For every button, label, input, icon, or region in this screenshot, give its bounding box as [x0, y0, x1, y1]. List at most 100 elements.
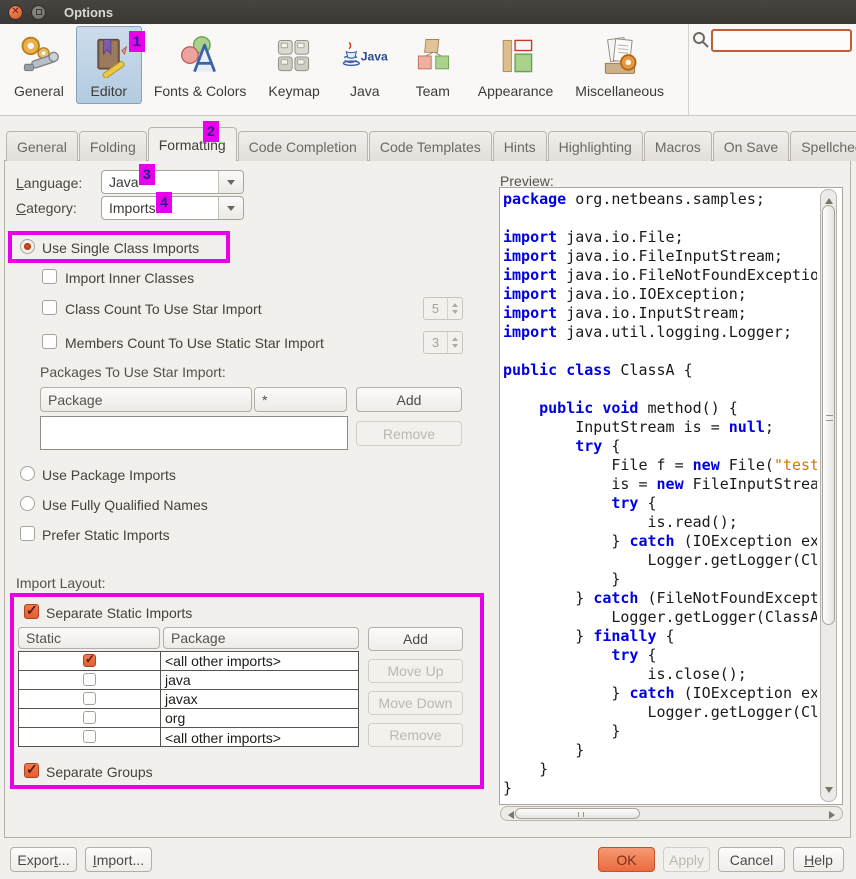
- static-cell: [19, 709, 161, 727]
- separate-static-imports-checkbox[interactable]: [24, 604, 39, 619]
- members-count-checkbox[interactable]: [42, 334, 57, 349]
- toolbar-search-divider: [688, 24, 689, 115]
- spinner-arrows-icon[interactable]: [447, 332, 462, 353]
- layout-table-static-header[interactable]: Static: [18, 627, 160, 649]
- use-package-imports-radio[interactable]: [20, 466, 35, 481]
- cancel-button[interactable]: Cancel: [718, 847, 785, 872]
- package-cell[interactable]: org: [161, 709, 358, 727]
- tab-spellchecker[interactable]: Spellchecker: [790, 131, 856, 161]
- class-count-value: 5: [424, 298, 447, 319]
- scroll-up-icon[interactable]: [825, 194, 833, 204]
- chevron-down-icon[interactable]: [218, 171, 243, 193]
- star-packages-list[interactable]: [40, 416, 348, 450]
- ok-button[interactable]: OK: [598, 847, 655, 872]
- help-button[interactable]: Help: [793, 847, 844, 872]
- package-cell[interactable]: java: [161, 671, 358, 689]
- members-count-label: Members Count To Use Static Star Import: [65, 335, 324, 351]
- tab-code-templates[interactable]: Code Templates: [369, 131, 492, 161]
- horizontal-scroll-thumb[interactable]: [515, 808, 640, 819]
- toolbar-item-miscellaneous[interactable]: Miscellaneous: [565, 26, 674, 104]
- toolbar-item-team[interactable]: Team: [400, 26, 466, 104]
- static-cell: [19, 671, 161, 689]
- toolbar-item-java[interactable]: Java Java: [332, 26, 398, 104]
- row-static-checkbox[interactable]: [83, 730, 96, 743]
- window-title: Options: [64, 5, 113, 20]
- class-count-spinner[interactable]: 5: [423, 297, 463, 320]
- star-table-package-header[interactable]: Package: [40, 387, 252, 412]
- tab-general[interactable]: General: [6, 131, 78, 161]
- separate-static-imports-label: Separate Static Imports: [46, 605, 192, 621]
- table-row[interactable]: <all other imports>: [19, 728, 358, 747]
- row-static-checkbox[interactable]: [83, 692, 96, 705]
- scroll-right-icon[interactable]: [829, 811, 839, 819]
- star-table-star-header[interactable]: *: [254, 387, 347, 412]
- import-layout-label: Import Layout:: [16, 575, 106, 591]
- window-restore-button[interactable]: [31, 5, 46, 20]
- team-icon: [410, 32, 456, 80]
- language-combobox[interactable]: Java: [101, 170, 244, 194]
- tab-hints[interactable]: Hints: [493, 131, 547, 161]
- chevron-down-icon[interactable]: [218, 197, 243, 219]
- table-row[interactable]: org: [19, 709, 358, 728]
- row-static-checkbox[interactable]: [83, 673, 96, 686]
- tab-folding[interactable]: Folding: [79, 131, 147, 161]
- members-count-value: 3: [424, 332, 447, 353]
- prefer-static-imports-label: Prefer Static Imports: [42, 527, 170, 543]
- table-row[interactable]: javax: [19, 690, 358, 709]
- export-button[interactable]: Export...: [10, 847, 77, 872]
- scroll-grip-icon: [578, 812, 584, 817]
- import-button[interactable]: Import...: [85, 847, 152, 872]
- tab-on-save[interactable]: On Save: [713, 131, 789, 161]
- scroll-down-icon[interactable]: [825, 787, 833, 797]
- import-inner-classes-checkbox[interactable]: [42, 269, 57, 284]
- table-row[interactable]: java: [19, 671, 358, 690]
- use-fully-qualified-label: Use Fully Qualified Names: [42, 497, 208, 513]
- toolbar-item-keymap[interactable]: Keymap: [258, 26, 329, 104]
- spinner-arrows-icon[interactable]: [447, 298, 462, 319]
- search-input[interactable]: [711, 29, 852, 52]
- preview-vertical-scrollbar[interactable]: [820, 189, 837, 802]
- separate-groups-checkbox[interactable]: [24, 763, 39, 778]
- class-count-checkbox[interactable]: [42, 300, 57, 315]
- language-value: Java: [102, 171, 218, 193]
- row-static-checkbox[interactable]: [83, 654, 96, 667]
- preview-horizontal-scrollbar[interactable]: [500, 806, 843, 821]
- category-combobox[interactable]: Imports: [101, 196, 244, 220]
- toolbar-label: Appearance: [478, 83, 554, 99]
- titlebar: ✕ Options: [0, 0, 856, 24]
- java-wordmark: Java: [360, 49, 387, 63]
- layout-move-up-button[interactable]: Move Up: [368, 659, 463, 683]
- star-remove-button[interactable]: Remove: [356, 421, 462, 446]
- toolbar-item-fonts-colors[interactable]: Fonts & Colors: [144, 26, 257, 104]
- separate-groups-label: Separate Groups: [46, 764, 153, 780]
- window-close-button[interactable]: ✕: [8, 5, 23, 20]
- use-fully-qualified-radio[interactable]: [20, 496, 35, 511]
- preview-code[interactable]: package org.netbeans.samples; import jav…: [503, 190, 817, 800]
- layout-table-package-header[interactable]: Package: [163, 627, 359, 649]
- tab-highlighting[interactable]: Highlighting: [548, 131, 643, 161]
- package-cell[interactable]: <all other imports>: [161, 652, 358, 670]
- vertical-scroll-thumb[interactable]: [822, 205, 835, 625]
- tab-code-completion[interactable]: Code Completion: [238, 131, 368, 161]
- star-add-button[interactable]: Add: [356, 387, 462, 412]
- apply-button[interactable]: Apply: [663, 847, 710, 872]
- toolbar-item-appearance[interactable]: Appearance: [468, 26, 564, 104]
- scroll-left-icon[interactable]: [504, 811, 514, 819]
- members-count-spinner[interactable]: 3: [423, 331, 463, 354]
- prefer-static-imports-checkbox[interactable]: [20, 526, 35, 541]
- package-cell[interactable]: javax: [161, 690, 358, 708]
- fonts-colors-icon: [177, 32, 223, 80]
- search-icon: [692, 31, 709, 53]
- table-row[interactable]: <all other imports>: [19, 652, 358, 671]
- layout-add-button[interactable]: Add: [368, 627, 463, 651]
- layout-remove-button[interactable]: Remove: [368, 723, 463, 747]
- layout-move-down-button[interactable]: Move Down: [368, 691, 463, 715]
- row-static-checkbox[interactable]: [83, 711, 96, 724]
- use-single-class-imports-radio[interactable]: [20, 239, 35, 254]
- package-cell[interactable]: <all other imports>: [161, 728, 358, 747]
- scroll-grip-icon: [826, 415, 833, 421]
- tab-formatting[interactable]: Formatting: [148, 127, 237, 161]
- tab-macros[interactable]: Macros: [644, 131, 712, 161]
- options-window: ✕ Options General: [0, 0, 856, 879]
- toolbar-item-general[interactable]: General: [4, 26, 74, 104]
